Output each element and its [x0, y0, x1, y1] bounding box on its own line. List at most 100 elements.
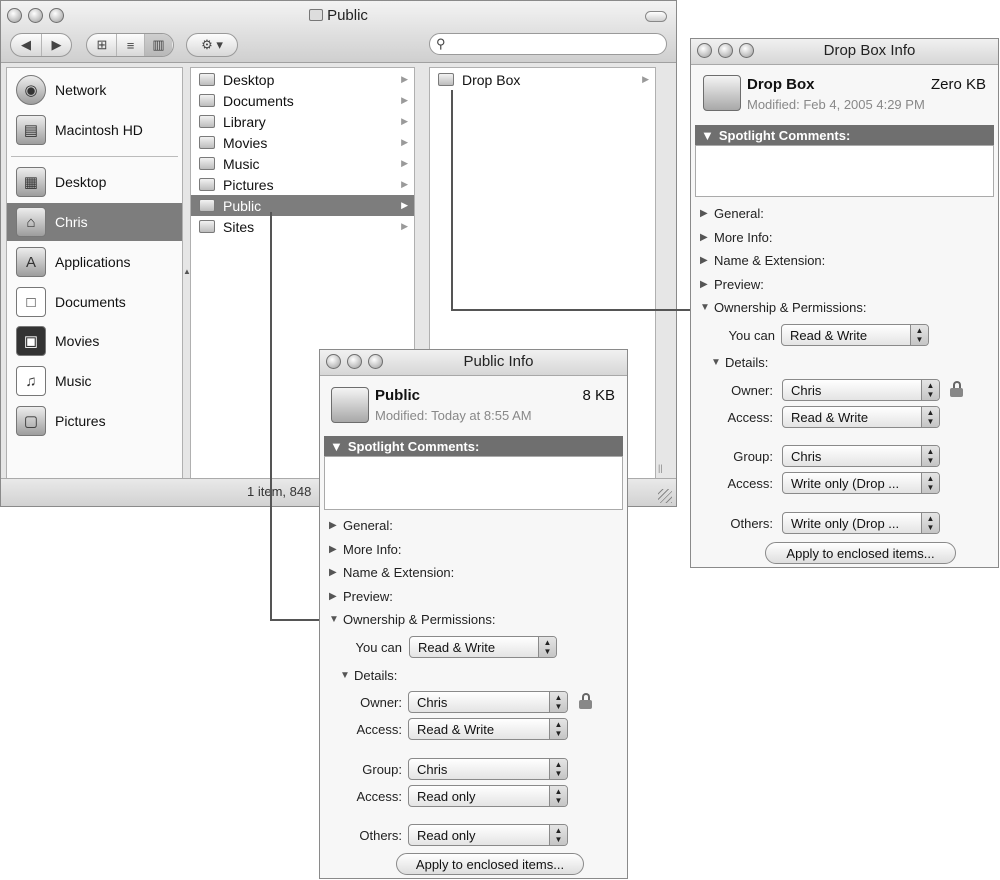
disclosure-triangle-icon: ▶	[700, 279, 708, 290]
chevron-updown-icon: ▲ ▼	[549, 786, 567, 806]
movies-icon: ▣	[16, 326, 46, 356]
more-info-section[interactable]: ▶ More Info:	[329, 542, 402, 557]
list-item-sites[interactable]: Sites ▶	[191, 216, 414, 237]
preview-section[interactable]: ▶ Preview:	[700, 277, 764, 292]
disclosure-triangle-icon: ▶	[329, 544, 337, 555]
desktop-icon: ▦	[16, 167, 46, 197]
owner-popup[interactable]: Chris ▲ ▼	[782, 379, 940, 401]
you-can-popup[interactable]: Read & Write ▲ ▼	[409, 636, 557, 658]
home-icon: ⌂	[16, 207, 46, 237]
owner-access-popup[interactable]: Read & Write ▲ ▼	[782, 406, 940, 428]
lock-icon[interactable]	[579, 693, 593, 709]
you-can-popup[interactable]: Read & Write ▲ ▼	[781, 324, 929, 346]
list-item-pictures[interactable]: Pictures ▶	[191, 174, 414, 195]
others-popup[interactable]: Write only (Drop ... ▲ ▼	[782, 512, 940, 534]
public-info-titlebar[interactable]: Public Info	[320, 350, 627, 376]
sidebar-item-desktop[interactable]: ▦ Desktop	[7, 163, 182, 201]
list-item-library[interactable]: Library ▶	[191, 111, 414, 132]
apply-to-enclosed-button[interactable]: Apply to enclosed items...	[765, 542, 956, 564]
back-button[interactable]: ◀	[11, 34, 41, 56]
close-button[interactable]	[326, 354, 341, 369]
icon-view-icon: ⊞	[96, 37, 108, 52]
group-popup[interactable]: Chris ▲ ▼	[408, 758, 568, 780]
disclosure-triangle-open-icon: ▼	[711, 357, 721, 368]
dropbox-info-titlebar[interactable]: Drop Box Info	[691, 39, 998, 65]
sidebar-item-pictures[interactable]: ▢ Pictures	[7, 402, 182, 440]
toolbar-toggle-button[interactable]	[645, 11, 667, 22]
chevron-updown-icon: ▲ ▼	[921, 407, 939, 427]
preview-section[interactable]: ▶ Preview:	[329, 589, 393, 604]
sidebar-item-chris[interactable]: ⌂ Chris	[7, 203, 182, 241]
others-label: Others:	[359, 828, 402, 843]
apply-to-enclosed-button[interactable]: Apply to enclosed items...	[396, 853, 584, 875]
sidebar-item-documents[interactable]: □ Documents	[7, 283, 182, 321]
list-item-drop-box[interactable]: Drop Box ▶	[430, 69, 655, 90]
sidebar-item-music[interactable]: ♫ Music	[7, 362, 182, 400]
icon-view-button[interactable]: ⊞	[88, 34, 116, 56]
group-popup[interactable]: Chris ▲ ▼	[782, 445, 940, 467]
column-view-button[interactable]: ▥	[144, 34, 172, 56]
details-section[interactable]: ▼ Details:	[711, 355, 768, 370]
general-section[interactable]: ▶ General:	[329, 518, 393, 533]
minimize-button[interactable]	[718, 43, 733, 58]
owner-access-popup[interactable]: Read & Write ▲ ▼	[408, 718, 568, 740]
lock-icon[interactable]	[950, 381, 964, 397]
group-access-popup[interactable]: Write only (Drop ... ▲ ▼	[782, 472, 940, 494]
minimize-button[interactable]	[347, 354, 362, 369]
group-label: Group:	[362, 762, 402, 777]
resize-grip[interactable]	[658, 489, 672, 503]
ownership-permissions-section[interactable]: ▼ Ownership & Permissions:	[329, 612, 495, 627]
close-button[interactable]	[697, 43, 712, 58]
sidebar-item-movies[interactable]: ▣ Movies	[7, 322, 182, 360]
forward-button[interactable]: ▶	[41, 34, 71, 56]
pictures-icon: ▢	[16, 406, 46, 436]
group-access-popup[interactable]: Read only ▲ ▼	[408, 785, 568, 807]
list-item-music[interactable]: Music ▶	[191, 153, 414, 174]
folder-icon	[199, 73, 215, 86]
disclosure-arrow-icon: ▶	[401, 74, 408, 84]
public-folder-icon	[331, 387, 369, 423]
finder-titlebar[interactable]: Public ◀ ▶ ⊞ ≡ ▥ ⚙ ▾ ⚲	[1, 1, 676, 63]
general-section[interactable]: ▶ General:	[700, 206, 764, 221]
list-item-desktop[interactable]: Desktop ▶	[191, 69, 414, 90]
action-menu-button[interactable]: ⚙ ▾	[186, 33, 238, 57]
modified-date: Modified: Today at 8:55 AM	[375, 408, 532, 423]
gear-icon: ⚙ ▾	[201, 37, 223, 52]
spotlight-comments-field[interactable]	[695, 145, 994, 197]
search-input[interactable]: ⚲	[429, 33, 667, 55]
folder-icon	[199, 220, 215, 233]
owner-popup[interactable]: Chris ▲ ▼	[408, 691, 568, 713]
owner-label: Owner:	[360, 695, 402, 710]
list-view-icon: ≡	[126, 37, 135, 53]
modified-date: Modified: Feb 4, 2005 4:29 PM	[747, 97, 925, 112]
sidebar-resize-handle[interactable]: ▲	[183, 267, 191, 279]
list-item-movies[interactable]: Movies ▶	[191, 132, 414, 153]
spotlight-comments-header[interactable]: ▼ Spotlight Comments:	[695, 125, 994, 145]
chevron-updown-icon: ▲ ▼	[921, 380, 939, 400]
spotlight-comments-header[interactable]: ▼ Spotlight Comments:	[324, 436, 623, 456]
sidebar-item-applications[interactable]: A Applications	[7, 243, 182, 281]
disclosure-arrow-icon: ▶	[401, 200, 408, 210]
owner-label: Owner:	[731, 383, 773, 398]
name-extension-section[interactable]: ▶ Name & Extension:	[700, 253, 825, 268]
more-info-section[interactable]: ▶ More Info:	[700, 230, 773, 245]
spotlight-comments-field[interactable]	[324, 456, 623, 510]
documents-icon: □	[16, 287, 46, 317]
item-size: 8 KB	[582, 387, 615, 404]
column-view-icon: ▥	[152, 37, 165, 52]
sidebar-item-network[interactable]: ◉ Network	[7, 71, 182, 109]
view-mode-buttons: ⊞ ≡ ▥	[86, 33, 174, 57]
others-popup[interactable]: Read only ▲ ▼	[408, 824, 568, 846]
item-size: Zero KB	[930, 76, 986, 93]
list-item-public[interactable]: Public ▶	[191, 195, 414, 216]
disclosure-arrow-icon: ▶	[401, 137, 408, 147]
name-extension-section[interactable]: ▶ Name & Extension:	[329, 565, 454, 580]
details-section[interactable]: ▼ Details:	[340, 668, 397, 683]
list-item-documents[interactable]: Documents ▶	[191, 90, 414, 111]
disclosure-arrow-icon: ▶	[401, 116, 408, 126]
ownership-permissions-section[interactable]: ▼ Ownership & Permissions:	[700, 300, 866, 315]
folder-icon	[199, 178, 215, 191]
sidebar-item-macintosh-hd[interactable]: ▤ Macintosh HD	[7, 111, 182, 149]
column-resize-handle[interactable]: ||	[658, 463, 666, 475]
list-view-button[interactable]: ≡	[116, 34, 144, 56]
